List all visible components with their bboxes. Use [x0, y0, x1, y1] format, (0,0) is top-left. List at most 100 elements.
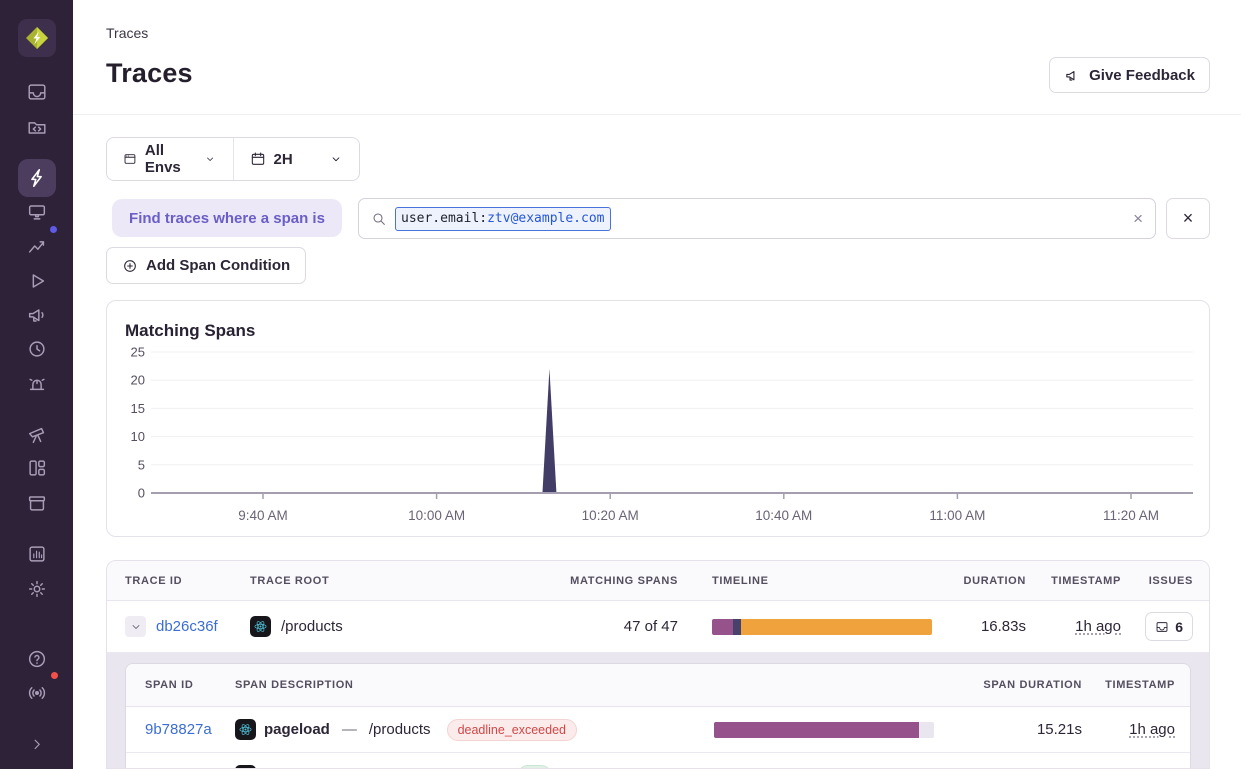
span-operation: pageload [264, 721, 330, 738]
expanded-spans-section: Span ID Span Description Span Duration T… [107, 653, 1209, 769]
col-span-description: Span Description [235, 679, 695, 691]
span-timeline-bar[interactable] [714, 722, 934, 738]
svg-text:10:20 AM: 10:20 AM [582, 508, 639, 523]
spans-table-header: Span ID Span Description Span Duration T… [126, 664, 1190, 707]
time-range-filter[interactable]: 2H [234, 138, 360, 180]
svg-text:10:40 AM: 10:40 AM [755, 508, 812, 523]
status-badge: deadline_exceeded [447, 719, 577, 741]
whats-new-notification-dot [49, 670, 60, 681]
sidebar-item-feedback[interactable] [18, 296, 56, 334]
trace-timeline-bar[interactable] [712, 619, 932, 635]
chevron-down-icon [130, 621, 142, 633]
page-title: Traces [106, 58, 193, 89]
svg-text:15: 15 [131, 401, 145, 416]
plus-circle-icon [122, 258, 138, 274]
react-platform-icon [235, 719, 256, 740]
sidebar-item-explore[interactable] [18, 108, 56, 146]
svg-text:25: 25 [131, 345, 145, 360]
spans-subtable: Span ID Span Description Span Duration T… [125, 663, 1191, 769]
svg-text:20: 20 [131, 373, 145, 388]
sidebar-item-dashboards[interactable] [18, 449, 56, 487]
trace-id-link[interactable]: db26c36f [156, 618, 218, 635]
search-icon [371, 211, 387, 227]
help-icon [26, 648, 48, 670]
svg-text:0: 0 [138, 486, 145, 501]
issues-icon [1155, 620, 1169, 634]
matching-spans-count: 47 of 47 [544, 618, 684, 635]
play-icon [26, 270, 48, 292]
clear-search-button[interactable]: × [1133, 210, 1143, 227]
sidebar-item-issues[interactable] [18, 73, 56, 111]
trace-row: db26c36f /products 47 of 47 16.83s 1h ag… [107, 601, 1209, 653]
span-duration: 15.21s [945, 721, 1085, 738]
span-timestamp[interactable]: 1h ago [1129, 721, 1175, 738]
close-icon: × [1183, 208, 1194, 229]
traces-table: Trace ID Trace Root Matching Spans Timel… [106, 560, 1210, 769]
col-timeline: Timeline [684, 575, 938, 587]
time-range-label: 2H [274, 151, 293, 168]
breadcrumb[interactable]: Traces [106, 25, 148, 41]
collapse-trace-button[interactable] [125, 616, 146, 637]
sidebar-item-settings[interactable] [18, 570, 56, 608]
go-platform-icon: GO [235, 765, 256, 769]
search-filter-token[interactable]: user.email:ztv@example.com [395, 207, 611, 231]
broadcast-icon [26, 682, 48, 704]
code-folder-icon [26, 116, 48, 138]
sentry-logo[interactable] [18, 19, 56, 57]
sidebar-item-traces[interactable] [18, 159, 56, 197]
col-trace-id: Trace ID [107, 575, 232, 587]
sidebar-item-alerts[interactable] [18, 364, 56, 402]
traces-bolt-icon [26, 167, 48, 189]
col-duration: Duration [938, 575, 1032, 587]
svg-text:5: 5 [138, 457, 145, 472]
sidebar-item-profiling[interactable] [18, 330, 56, 368]
matching-spans-chart[interactable]: 05101520259:40 AM10:00 AM10:20 AM10:40 A… [107, 333, 1211, 538]
insights-notification-dot [48, 224, 59, 235]
col-issues: Issues [1127, 575, 1210, 587]
megaphone-icon [1064, 67, 1081, 84]
add-span-condition-label: Add Span Condition [146, 257, 290, 274]
environment-filter-label: All Envs [145, 142, 196, 176]
environment-filter[interactable]: All Envs [107, 138, 233, 180]
sidebar-item-insights[interactable] [18, 227, 56, 265]
sidebar-item-replays[interactable] [18, 262, 56, 300]
trace-timestamp[interactable]: 1h ago [1075, 618, 1121, 635]
token-value: ztv@example.com [487, 208, 604, 230]
col-trace-root: Trace Root [232, 575, 544, 587]
archive-box-icon [26, 492, 48, 514]
telescope-icon [26, 424, 48, 446]
svg-text:10:00 AM: 10:00 AM [408, 508, 465, 523]
sidebar-item-stats[interactable] [18, 535, 56, 573]
give-feedback-label: Give Feedback [1089, 67, 1195, 84]
col-span-timestamp: Timestamp [1085, 679, 1191, 691]
trace-root-name[interactable]: /products [281, 618, 343, 635]
span-row: b7a7e441 GO http.server — GET /organizat… [126, 753, 1190, 769]
sidebar-item-whats-new[interactable] [18, 674, 56, 712]
col-matching-spans: Matching Spans [544, 575, 684, 587]
react-platform-icon [250, 616, 271, 637]
give-feedback-button[interactable]: Give Feedback [1049, 57, 1210, 93]
delete-condition-button[interactable]: × [1166, 198, 1210, 239]
chevron-down-icon [204, 152, 216, 166]
span-search-bar[interactable]: user.email:ztv@example.com × [358, 198, 1156, 239]
traces-table-header: Trace ID Trace Root Matching Spans Timel… [107, 561, 1209, 601]
history-clock-icon [26, 338, 48, 360]
sidebar-collapse-button[interactable] [18, 725, 56, 763]
col-span-duration: Span Duration [945, 679, 1085, 691]
siren-icon [26, 372, 48, 394]
page-filter-bar: All Envs 2H [106, 137, 360, 181]
span-id-link[interactable]: 9b78827a [145, 721, 212, 738]
gear-icon [26, 578, 48, 600]
matching-spans-panel: Matching Spans 05101520259:40 AM10:00 AM… [106, 300, 1210, 537]
sidebar-item-releases[interactable] [18, 484, 56, 522]
col-timestamp: Timestamp [1032, 575, 1127, 587]
megaphone-icon [26, 304, 48, 326]
span-description: /products [369, 721, 431, 738]
svg-text:10: 10 [131, 429, 145, 444]
separator: — [342, 721, 357, 738]
add-span-condition-button[interactable]: Add Span Condition [106, 247, 306, 284]
chevron-down-icon [329, 152, 343, 166]
col-span-id: Span ID [126, 679, 235, 691]
trace-issues-button[interactable]: 6 [1145, 612, 1193, 641]
status-badge: ok [517, 765, 552, 769]
